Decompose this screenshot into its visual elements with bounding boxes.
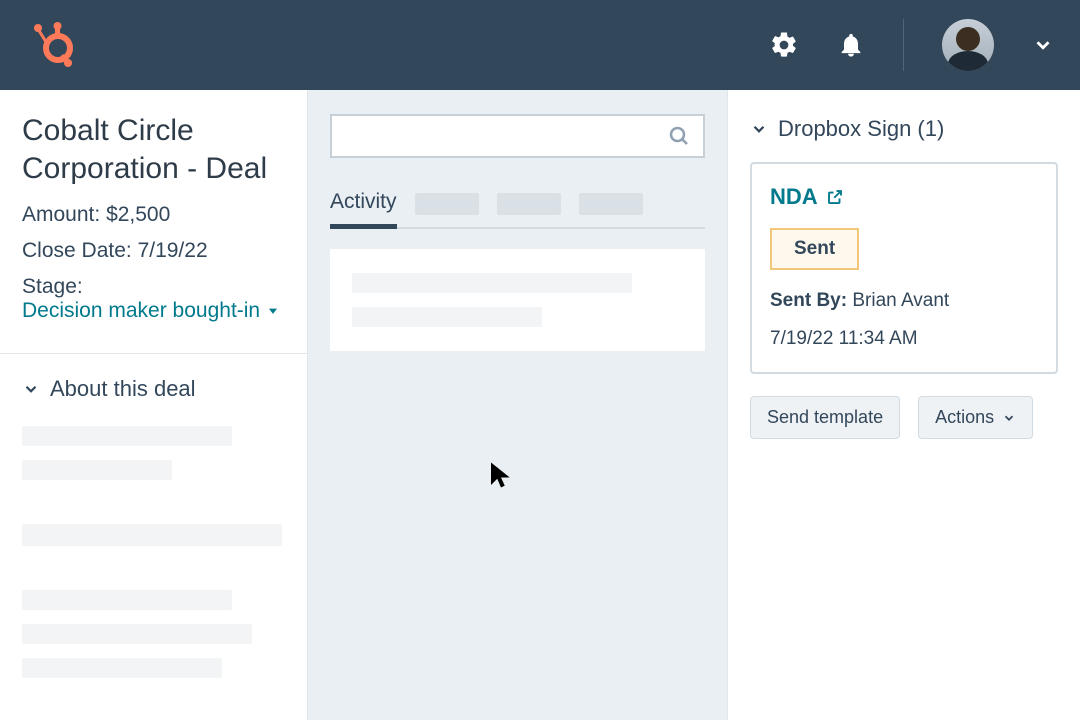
chevron-down-icon bbox=[750, 120, 768, 138]
placeholder-line bbox=[22, 658, 222, 678]
actions-label: Actions bbox=[935, 407, 994, 428]
document-name: NDA bbox=[770, 184, 818, 210]
actions-button[interactable]: Actions bbox=[918, 396, 1033, 439]
signature-card: NDA Sent Sent By: Brian Avant 7/19/22 11… bbox=[750, 162, 1058, 374]
send-template-button[interactable]: Send template bbox=[750, 396, 900, 439]
placeholder-line bbox=[22, 426, 232, 446]
settings-icon[interactable] bbox=[769, 30, 799, 60]
placeholder-line bbox=[22, 590, 232, 610]
dropbox-sign-toggle[interactable]: Dropbox Sign (1) bbox=[750, 116, 1058, 142]
tab-activity[interactable]: Activity bbox=[330, 190, 397, 229]
activity-pane: Activity bbox=[308, 90, 728, 720]
dropbox-sign-panel: Dropbox Sign (1) NDA Sent Sent By: Brian… bbox=[728, 90, 1080, 720]
placeholder-line bbox=[22, 460, 172, 480]
placeholder-line bbox=[22, 524, 282, 546]
about-deal-toggle[interactable]: About this deal bbox=[22, 376, 285, 402]
placeholder-line bbox=[352, 273, 632, 293]
close-date-label: Close Date: bbox=[22, 239, 132, 262]
deal-title: Cobalt Circle Corporation - Deal bbox=[22, 112, 285, 187]
deal-sidebar: Cobalt Circle Corporation - Deal Amount:… bbox=[0, 90, 308, 720]
placeholder-line bbox=[22, 624, 252, 644]
amount-label: Amount: bbox=[22, 203, 100, 226]
about-deal-header: About this deal bbox=[50, 376, 196, 402]
sent-timestamp: 7/19/22 11:34 AM bbox=[770, 328, 1038, 350]
stage-label: Stage: bbox=[22, 275, 83, 298]
status-badge: Sent bbox=[770, 228, 859, 270]
activity-tabs: Activity bbox=[330, 190, 705, 229]
notifications-icon[interactable] bbox=[837, 31, 865, 59]
amount-value: $2,500 bbox=[106, 203, 170, 226]
deal-close-date: Close Date: 7/19/22 bbox=[22, 239, 285, 263]
user-avatar[interactable] bbox=[942, 19, 994, 71]
external-link-icon bbox=[826, 188, 844, 206]
chevron-down-icon bbox=[22, 380, 40, 398]
sent-by-label: Sent By: bbox=[770, 290, 847, 311]
topbar-divider bbox=[903, 19, 904, 71]
send-template-label: Send template bbox=[767, 407, 883, 428]
activity-card bbox=[330, 249, 705, 351]
caret-down-icon bbox=[266, 304, 280, 318]
close-date-value: 7/19/22 bbox=[138, 239, 208, 262]
placeholder-line bbox=[352, 307, 542, 327]
top-nav bbox=[0, 0, 1080, 90]
search-input[interactable] bbox=[330, 114, 705, 158]
deal-amount: Amount: $2,500 bbox=[22, 203, 285, 227]
document-link[interactable]: NDA bbox=[770, 184, 844, 210]
tab-placeholder[interactable] bbox=[579, 193, 643, 215]
dropbox-sign-title: Dropbox Sign (1) bbox=[778, 116, 944, 142]
deal-stage: Stage: Decision maker bought-in bbox=[22, 275, 285, 323]
cursor-icon bbox=[488, 460, 514, 495]
tab-placeholder[interactable] bbox=[497, 193, 561, 215]
hubspot-logo[interactable] bbox=[28, 20, 78, 70]
sent-by-row: Sent By: Brian Avant bbox=[770, 290, 1038, 312]
stage-value: Decision maker bought-in bbox=[22, 299, 260, 323]
sidebar-divider bbox=[0, 353, 307, 354]
tab-placeholder[interactable] bbox=[415, 193, 479, 215]
stage-dropdown[interactable]: Decision maker bought-in bbox=[22, 299, 280, 323]
search-icon bbox=[667, 124, 691, 148]
chevron-down-icon bbox=[1002, 411, 1016, 425]
account-menu-caret[interactable] bbox=[1032, 34, 1054, 56]
sent-by-value: Brian Avant bbox=[852, 290, 949, 311]
